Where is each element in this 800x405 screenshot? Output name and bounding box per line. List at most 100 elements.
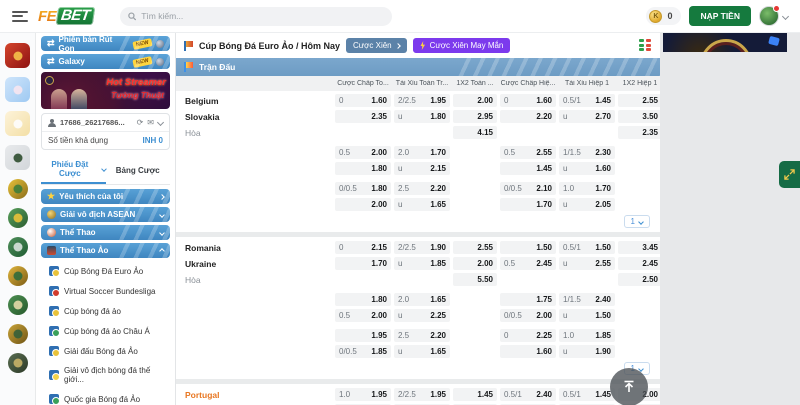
odds-cell[interactable]: 0.52.00 <box>335 309 391 322</box>
roulette-banner-image[interactable] <box>663 33 787 52</box>
compact-version-button[interactable]: ⇄ Phiên bản Rút Gọn NEW <box>41 36 170 51</box>
odds-cell[interactable]: u1.90 <box>559 345 615 358</box>
odds-cell[interactable]: 1.01.95 <box>335 388 391 401</box>
odds-cell[interactable]: 2/2.51.95 <box>394 388 450 401</box>
odds-cell[interactable]: 0/0.51.85 <box>335 345 391 358</box>
rail-game-icon[interactable] <box>8 237 28 257</box>
odds-cell[interactable]: u1.65 <box>394 345 450 358</box>
mail-icon[interactable]: ✉ <box>147 119 154 127</box>
refresh-icon[interactable]: ⟳ <box>137 119 144 127</box>
sidebar-item-virtual-euro-cup[interactable]: Cúp Bóng Đá Euro Ảo <box>41 261 170 281</box>
page-select[interactable]: 1 <box>624 215 650 228</box>
wallet-balance[interactable]: K 0 <box>646 7 681 25</box>
odds-cell[interactable]: u1.65 <box>394 198 450 211</box>
odds-cell[interactable]: 2.35 <box>618 126 660 139</box>
odds-cell[interactable]: 2.52.20 <box>394 329 450 342</box>
odds-cell[interactable]: 1.80 <box>335 162 391 175</box>
odds-cell[interactable]: 1.80 <box>335 293 391 306</box>
odds-cell[interactable]: 2.00 <box>453 257 497 270</box>
odds-cell[interactable]: u2.55 <box>559 257 615 270</box>
odds-cell[interactable]: 1.01.85 <box>559 329 615 342</box>
sidebar-item-favorites[interactable]: ★ Yêu thích của tôi <box>41 189 170 204</box>
account-menu[interactable] <box>759 6 788 26</box>
sidebar-item-virtual-football-cup[interactable]: Cúp bóng đá ảo <box>41 301 170 321</box>
odds-cell[interactable]: 1.95 <box>335 329 391 342</box>
odds-cell[interactable]: 0.52.00 <box>335 146 391 159</box>
odds-cell[interactable]: u1.60 <box>559 162 615 175</box>
odds-cell[interactable]: 2/2.51.95 <box>394 94 450 107</box>
odds-cell[interactable]: 0.5/11.45 <box>559 94 615 107</box>
sidebar-item-virtual-asian-cup[interactable]: Cúp bóng đá ảo Châu Á <box>41 321 170 341</box>
odds-cell[interactable]: u1.50 <box>559 309 615 322</box>
odds-cell[interactable]: 5.50 <box>453 273 497 286</box>
odds-cell[interactable]: 2.01.70 <box>394 146 450 159</box>
sidebar-item-asean-championship[interactable]: Giải vô địch ASEAN <box>41 207 170 222</box>
odds-cell[interactable]: 0/0.51.80 <box>335 182 391 195</box>
odds-cell[interactable]: 1.01.70 <box>559 182 615 195</box>
menu-toggle-icon[interactable] <box>12 11 28 22</box>
odds-cell[interactable]: 2.52.20 <box>394 182 450 195</box>
odds-cell[interactable]: 2.45 <box>618 257 660 270</box>
rail-game-icon[interactable] <box>8 295 28 315</box>
sidebar-item-virtual-bundesliga[interactable]: Virtual Soccer Bundesliga <box>41 281 170 301</box>
odds-cell[interactable]: 2.95 <box>453 110 497 123</box>
odds-cell[interactable]: 0.5/11.45 <box>559 388 615 401</box>
sidebar-item-virtual-football-league[interactable]: Giải đấu Bóng đá Ảo <box>41 341 170 361</box>
odds-cell[interactable]: u2.05 <box>559 198 615 211</box>
odds-cell[interactable]: 2.50 <box>618 273 660 286</box>
sidebar-item-sports[interactable]: Thể Thao <box>41 225 170 240</box>
odds-cell[interactable]: 2.00 <box>335 198 391 211</box>
odds-cell[interactable]: 3.50 <box>618 110 660 123</box>
odds-cell[interactable]: 2.01.65 <box>394 293 450 306</box>
parlay-button[interactable]: Cược Xiên <box>346 38 407 53</box>
odds-cell[interactable]: 3.45 <box>618 241 660 254</box>
odds-cell[interactable]: 01.60 <box>335 94 391 107</box>
rail-game-icon[interactable] <box>8 324 28 344</box>
odds-cell[interactable]: 02.25 <box>500 329 556 342</box>
odds-cell[interactable]: 1.45 <box>500 162 556 175</box>
rail-game-icon[interactable] <box>8 179 28 199</box>
sidebar-item-virtual-sports[interactable]: Thể Thao Ảo <box>41 243 170 258</box>
odds-cell[interactable]: 1.50 <box>500 241 556 254</box>
odds-cell[interactable]: u1.85 <box>394 257 450 270</box>
sidebar-item-virtual-nations[interactable]: Quốc gia Bóng đá Ảo <box>41 389 170 405</box>
hot-streamer-banner[interactable]: Hot Streamer Tường Thuật <box>41 72 170 109</box>
odds-cell[interactable]: 1.75 <box>500 293 556 306</box>
lucky-parlay-button[interactable]: Cược Xiên May Mắn <box>413 38 511 53</box>
odds-cell[interactable]: 0.5/11.50 <box>559 241 615 254</box>
odds-cell[interactable]: 1.70 <box>335 257 391 270</box>
odds-cell[interactable]: 1/1.52.30 <box>559 146 615 159</box>
odds-cell[interactable]: 0.52.55 <box>500 146 556 159</box>
odds-cell[interactable]: 2.00 <box>453 94 497 107</box>
search-bar[interactable] <box>120 7 392 26</box>
rail-game-icon[interactable] <box>8 208 28 228</box>
odds-cell[interactable]: 0/0.52.10 <box>500 182 556 195</box>
tab-bet-slip[interactable]: Phiếu Đặt Cược <box>41 155 106 184</box>
avatar[interactable] <box>759 6 779 26</box>
expand-panel-button[interactable] <box>779 161 800 188</box>
odds-cell[interactable]: 2.55 <box>453 241 497 254</box>
odds-cell[interactable]: 02.15 <box>335 241 391 254</box>
sidebar-item-virtual-world-championship[interactable]: Giải vô địch bóng đá thế giới... <box>41 361 170 389</box>
sort-columns-icon[interactable] <box>639 39 652 52</box>
rail-game-icon[interactable] <box>5 43 30 68</box>
odds-cell[interactable]: 2.55 <box>618 94 660 107</box>
odds-cell[interactable]: 0.52.45 <box>500 257 556 270</box>
odds-cell[interactable]: 1.60 <box>500 345 556 358</box>
rail-game-icon[interactable] <box>5 111 30 136</box>
rail-game-icon[interactable] <box>8 266 28 286</box>
odds-cell[interactable]: 4.15 <box>453 126 497 139</box>
galaxy-version-button[interactable]: ⇄ Galaxy NEW <box>41 54 170 69</box>
odds-cell[interactable]: 1.45 <box>453 388 497 401</box>
febet-logo[interactable]: FE BET <box>38 7 94 25</box>
odds-cell[interactable]: u2.15 <box>394 162 450 175</box>
search-input[interactable] <box>141 11 383 21</box>
tab-odds-board[interactable]: Bảng Cược <box>106 161 171 179</box>
odds-cell[interactable]: u1.80 <box>394 110 450 123</box>
odds-cell[interactable]: 2.20 <box>500 110 556 123</box>
chevron-down-icon[interactable] <box>157 119 164 126</box>
odds-cell[interactable]: 0.5/12.40 <box>500 388 556 401</box>
odds-cell[interactable]: 1/1.52.40 <box>559 293 615 306</box>
rail-game-icon[interactable] <box>8 353 28 373</box>
scroll-to-top-button[interactable] <box>610 368 648 405</box>
